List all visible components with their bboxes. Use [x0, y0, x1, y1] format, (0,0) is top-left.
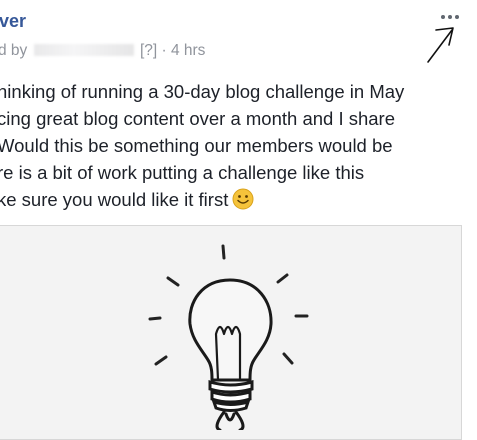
post-body-line: cing great blog content over a month and… — [0, 108, 396, 129]
facebook-post: ver d by [?] · 4 hrs hinking of running … — [0, 0, 477, 440]
lightbulb-icon — [148, 244, 309, 430]
more-options-button[interactable] — [441, 10, 465, 24]
meta-prefix: d by — [0, 42, 28, 59]
post-body-line-last: ke sure you would like it first — [0, 186, 467, 213]
post-body: hinking of running a 30-day blog challen… — [0, 78, 467, 213]
more-dot — [448, 15, 452, 19]
post-meta: d by [?] · 4 hrs — [0, 42, 205, 60]
post-body-line: ke sure you would like it first — [0, 189, 229, 210]
post-author-name[interactable]: ver — [0, 11, 26, 32]
post-body-line: hinking of running a 30-day blog challen… — [0, 81, 405, 102]
more-dot — [441, 15, 445, 19]
feed-gutter — [462, 225, 477, 430]
post-body-line: Would this be something our members woul… — [0, 135, 393, 156]
redacted-name — [33, 44, 134, 56]
smiley-emoji-icon — [232, 188, 254, 210]
post-body-line: re is a bit of work putting a challenge … — [0, 162, 365, 183]
meta-timestamp[interactable]: [?] · 4 hrs — [140, 42, 205, 59]
more-dot — [455, 15, 459, 19]
hand-drawn-arrow-annotation — [427, 27, 454, 63]
